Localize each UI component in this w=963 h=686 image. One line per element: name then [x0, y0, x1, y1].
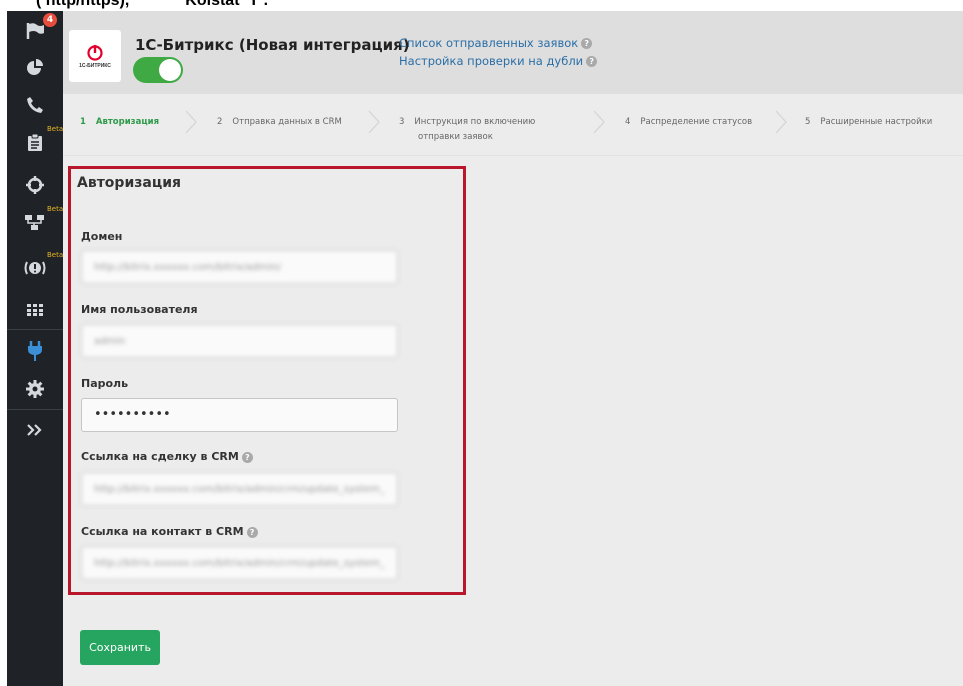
pie-chart-icon — [26, 59, 44, 77]
sidebar-item-alerts[interactable]: Beta — [7, 250, 63, 286]
bitrix-logo-mark — [87, 45, 103, 61]
password-label: Пароль — [81, 377, 129, 390]
clipboard-icon — [27, 133, 43, 151]
step-status-mapping[interactable]: 4 Распределение статусов — [625, 117, 752, 127]
sent-requests-link-label: Список отправленных заявок — [399, 36, 579, 50]
integration-title: 1С-Битрикс (Новая интеграция) — [135, 36, 410, 54]
username-field[interactable] — [81, 324, 398, 358]
step-label: Отправка данных в CRM — [232, 117, 342, 127]
domain-label: Домен — [81, 230, 123, 243]
domain-field[interactable] — [81, 250, 398, 284]
integration-toggle[interactable] — [133, 57, 183, 83]
chevron-right-icon — [368, 110, 380, 134]
sidebar: 4 Beta Beta Beta — [7, 11, 63, 686]
flag-icon — [25, 22, 45, 40]
help-icon[interactable]: ? — [586, 56, 598, 67]
sidebar-item-analytics[interactable] — [7, 50, 63, 86]
sidebar-item-settings[interactable] — [7, 371, 63, 407]
phone-icon — [26, 96, 44, 114]
sidebar-divider — [7, 409, 63, 410]
step-send-to-crm[interactable]: 2 Отправка данных в CRM — [217, 117, 342, 127]
expand-icon — [27, 424, 43, 436]
step-number: 4 — [625, 117, 631, 127]
sidebar-item-calls[interactable] — [7, 87, 63, 123]
sidebar-item-notifications[interactable]: 4 — [7, 13, 63, 49]
sidebar-item-routing[interactable]: Beta — [7, 204, 63, 240]
step-number: 5 — [805, 117, 811, 127]
main-content: 1С-БИТРИКС 1С-Битрикс (Новая интеграция)… — [63, 11, 963, 686]
help-icon[interactable]: ? — [581, 38, 593, 49]
snippet-left: ( http/https), — [36, 0, 130, 9]
password-field[interactable]: •••••••••• — [81, 398, 398, 432]
sent-requests-link[interactable]: Список отправленных заявок? — [399, 36, 593, 50]
step-label: Расширенные настройки — [820, 117, 933, 127]
help-icon[interactable]: ? — [241, 451, 253, 463]
crosshair-icon — [26, 176, 44, 194]
step-instruction[interactable]: 3 Инструкция по включению — [399, 117, 535, 127]
sidebar-item-tasks[interactable]: Beta — [7, 124, 63, 160]
form-title: Авторизация — [77, 175, 182, 191]
step-instruction-line2: отправки заявок — [418, 132, 493, 142]
step-label: Инструкция по включению — [414, 117, 536, 127]
chevron-right-icon — [593, 110, 605, 134]
chevron-right-icon — [775, 110, 787, 134]
apps-grid-icon — [27, 304, 43, 316]
sidebar-item-integrations[interactable] — [7, 333, 63, 369]
save-button[interactable]: Сохранить — [80, 630, 160, 665]
chevron-right-icon — [185, 110, 197, 134]
step-label: Распределение статусов — [640, 117, 753, 127]
contact-link-label-text: Ссылка на контакт в CRM — [81, 525, 244, 538]
step-advanced-settings[interactable]: 5 Расширенные настройки — [805, 117, 932, 127]
notification-badge: 4 — [43, 13, 57, 27]
deal-link-label-text: Ссылка на сделку в CRM — [81, 450, 239, 463]
step-number: 1 — [80, 117, 86, 127]
beta-label: Beta — [47, 125, 64, 133]
plug-icon — [27, 341, 43, 361]
beta-label: Beta — [47, 205, 64, 213]
sidebar-item-goals[interactable] — [7, 167, 63, 203]
step-number: 2 — [217, 117, 223, 127]
duplicate-check-link-label: Настройка проверки на дубли — [399, 54, 584, 68]
deal-link-field[interactable] — [81, 472, 398, 506]
logo-text: 1С-БИТРИКС — [79, 63, 111, 69]
contact-link-field[interactable] — [81, 546, 398, 580]
help-icon[interactable]: ? — [246, 526, 258, 538]
snippet-right: Kolstat" I". — [185, 0, 269, 9]
sidebar-item-apps[interactable] — [7, 292, 63, 328]
gear-icon — [26, 380, 44, 398]
integration-header: 1С-БИТРИКС 1С-Битрикс (Новая интеграция)… — [63, 11, 963, 94]
beta-label: Beta — [47, 251, 64, 259]
step-number: 3 — [399, 117, 405, 127]
username-label: Имя пользователя — [81, 303, 198, 316]
step-authorization[interactable]: 1 Авторизация — [80, 117, 159, 127]
duplicate-check-link[interactable]: Настройка проверки на дубли? — [399, 54, 598, 68]
deal-link-label: Ссылка на сделку в CRM? — [81, 450, 253, 463]
toggle-knob — [159, 59, 181, 81]
top-caption-snippet: ( http/https), Kolstat" I". — [36, 0, 268, 10]
alert-icon — [24, 259, 46, 277]
sidebar-expand-button[interactable] — [7, 412, 63, 448]
contact-link-label: Ссылка на контакт в CRM? — [81, 525, 258, 538]
sidebar-divider — [7, 329, 63, 330]
step-label: Авторизация — [95, 117, 160, 127]
hierarchy-icon — [25, 213, 45, 231]
bitrix-logo: 1С-БИТРИКС — [69, 30, 121, 82]
wizard-steps: 1 Авторизация 2 Отправка данных в CRM 3 Инс… — [63, 94, 963, 156]
